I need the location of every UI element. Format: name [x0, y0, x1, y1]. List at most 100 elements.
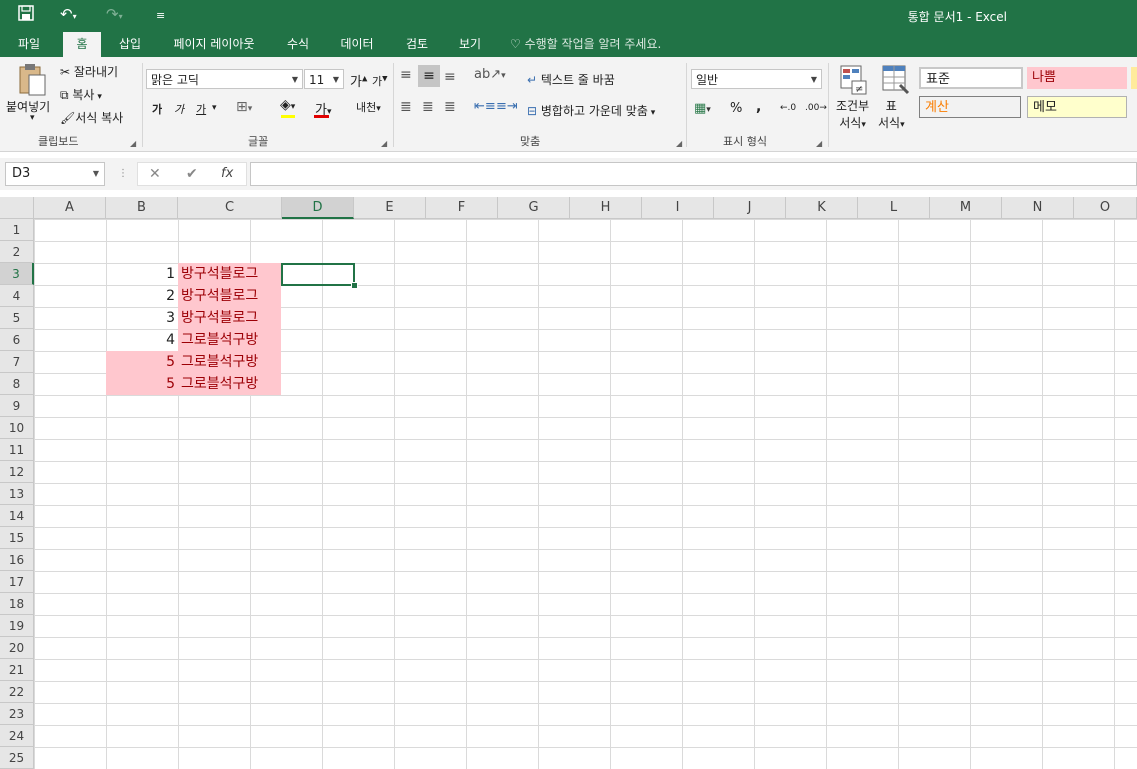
row-header[interactable]: 5: [0, 307, 34, 329]
align-bottom-icon[interactable]: ≡: [444, 69, 456, 85]
column-header[interactable]: J: [714, 197, 786, 219]
copy-button[interactable]: ⧉ 복사 ▾: [60, 86, 102, 103]
tab-insert[interactable]: 삽입: [108, 32, 152, 57]
column-header[interactable]: H: [570, 197, 642, 219]
row-header[interactable]: 12: [0, 461, 34, 483]
enter-icon[interactable]: ✔: [186, 166, 198, 182]
row-header[interactable]: 21: [0, 659, 34, 681]
alignment-launcher-icon[interactable]: ◢: [676, 139, 682, 148]
merge-center-button[interactable]: ⊟ 병합하고 가운데 맞춤 ▾: [527, 102, 655, 119]
cancel-icon[interactable]: ✕: [149, 166, 161, 182]
bold-button[interactable]: 가: [152, 101, 162, 117]
fill-color-icon[interactable]: ◈▾: [280, 97, 295, 113]
row-header[interactable]: 22: [0, 681, 34, 703]
accounting-format-icon[interactable]: ▦▾: [694, 101, 711, 116]
row-header[interactable]: 17: [0, 571, 34, 593]
name-box[interactable]: D3 ▼: [5, 162, 105, 186]
column-header[interactable]: N: [1002, 197, 1074, 219]
align-right-icon[interactable]: ≣: [444, 99, 456, 115]
tab-home[interactable]: 홈: [63, 32, 101, 57]
format-as-table-icon[interactable]: [882, 65, 910, 98]
row-header[interactable]: 15: [0, 527, 34, 549]
paste-button[interactable]: 붙여넣기: [6, 98, 50, 115]
column-header[interactable]: A: [34, 197, 106, 219]
tab-formulas[interactable]: 수식: [276, 32, 320, 57]
row-header[interactable]: 7: [0, 351, 34, 373]
cell-b6[interactable]: 4: [106, 329, 178, 351]
cell-b7[interactable]: 5: [106, 351, 178, 373]
row-header[interactable]: 14: [0, 505, 34, 527]
column-header[interactable]: O: [1074, 197, 1137, 219]
column-header[interactable]: G: [498, 197, 570, 219]
shrink-font-button[interactable]: 가▼: [372, 73, 388, 89]
column-header[interactable]: M: [930, 197, 1002, 219]
row-header[interactable]: 18: [0, 593, 34, 615]
column-header[interactable]: B: [106, 197, 178, 219]
cell-c8[interactable]: 그로블석구방: [178, 373, 281, 395]
font-launcher-icon[interactable]: ◢: [381, 139, 387, 148]
active-cell-d3[interactable]: [281, 263, 355, 286]
increase-indent-icon[interactable]: ≡⇥: [496, 99, 518, 114]
wrap-text-button[interactable]: ↵ 텍스트 줄 바꿈: [527, 71, 615, 88]
number-launcher-icon[interactable]: ◢: [816, 139, 822, 148]
row-header-selected[interactable]: 3: [0, 263, 34, 285]
row-header[interactable]: 23: [0, 703, 34, 725]
tab-review[interactable]: 검토: [394, 32, 440, 57]
underline-dropdown-icon[interactable]: ▾: [212, 103, 217, 113]
font-size-dropdown[interactable]: 11 ▼: [304, 69, 344, 89]
tab-data[interactable]: 데이터: [328, 32, 386, 57]
increase-decimal-icon[interactable]: ←.0: [780, 103, 796, 113]
comma-style-button[interactable]: ,: [756, 99, 761, 115]
cell-c4[interactable]: 방구석블로그: [178, 285, 281, 307]
row-header[interactable]: 13: [0, 483, 34, 505]
style-note[interactable]: 메모: [1027, 96, 1127, 118]
row-header[interactable]: 8: [0, 373, 34, 395]
decrease-decimal-icon[interactable]: .00→: [805, 103, 827, 113]
cell-b4[interactable]: 2: [106, 285, 178, 307]
tab-page-layout[interactable]: 페이지 레이아웃: [160, 32, 268, 57]
cell-c6[interactable]: 그로블석구방: [178, 329, 281, 351]
row-header[interactable]: 24: [0, 725, 34, 747]
column-header[interactable]: I: [642, 197, 714, 219]
column-header[interactable]: L: [858, 197, 930, 219]
row-header[interactable]: 2: [0, 241, 34, 263]
select-all-corner[interactable]: [0, 197, 34, 219]
style-bad[interactable]: 나쁨: [1027, 67, 1127, 89]
conditional-format-button[interactable]: 조건부 서식▾: [836, 97, 869, 131]
tell-me-search[interactable]: ♡ 수행할 작업을 알려 주세요.: [510, 32, 661, 57]
cell-c7[interactable]: 그로블석구방: [178, 351, 281, 373]
undo-icon[interactable]: ↶▾: [60, 5, 77, 23]
format-as-table-button[interactable]: 표 서식▾: [878, 97, 905, 131]
grow-font-button[interactable]: 가▲: [350, 71, 367, 90]
underline-button[interactable]: 가: [196, 101, 206, 117]
percent-style-button[interactable]: %: [730, 101, 742, 116]
font-name-dropdown[interactable]: 맑은 고딕 ▼: [146, 69, 303, 89]
row-header[interactable]: 1: [0, 219, 34, 241]
row-header[interactable]: 11: [0, 439, 34, 461]
align-top-icon[interactable]: ≡: [400, 67, 412, 83]
phonetic-button[interactable]: 내천▾: [356, 99, 381, 115]
cell-b8[interactable]: 5: [106, 373, 178, 395]
column-header[interactable]: F: [426, 197, 498, 219]
cell-b5[interactable]: 3: [106, 307, 178, 329]
conditional-format-icon[interactable]: ≠: [840, 65, 868, 98]
row-header[interactable]: 16: [0, 549, 34, 571]
border-icon[interactable]: ⊞▾: [236, 99, 252, 115]
italic-button[interactable]: 가: [174, 101, 184, 117]
row-header[interactable]: 19: [0, 615, 34, 637]
cell-c3[interactable]: 방구석블로그: [178, 263, 281, 285]
align-center-icon[interactable]: ≣: [422, 99, 434, 115]
number-format-dropdown[interactable]: 일반 ▼: [691, 69, 822, 89]
style-normal[interactable]: 표준: [919, 67, 1023, 89]
tab-file[interactable]: 파일: [6, 32, 52, 57]
fill-handle[interactable]: [351, 282, 358, 289]
format-painter-button[interactable]: 🖌서식 복사: [60, 109, 123, 126]
cut-button[interactable]: ✂ 잘라내기: [60, 63, 118, 80]
formula-input[interactable]: [250, 162, 1137, 186]
column-header[interactable]: C: [178, 197, 282, 219]
clipboard-launcher-icon[interactable]: ◢: [130, 139, 136, 148]
save-icon[interactable]: [18, 5, 34, 25]
align-left-icon[interactable]: ≣: [400, 99, 412, 115]
row-header[interactable]: 9: [0, 395, 34, 417]
cell-b3[interactable]: 1: [106, 263, 178, 285]
